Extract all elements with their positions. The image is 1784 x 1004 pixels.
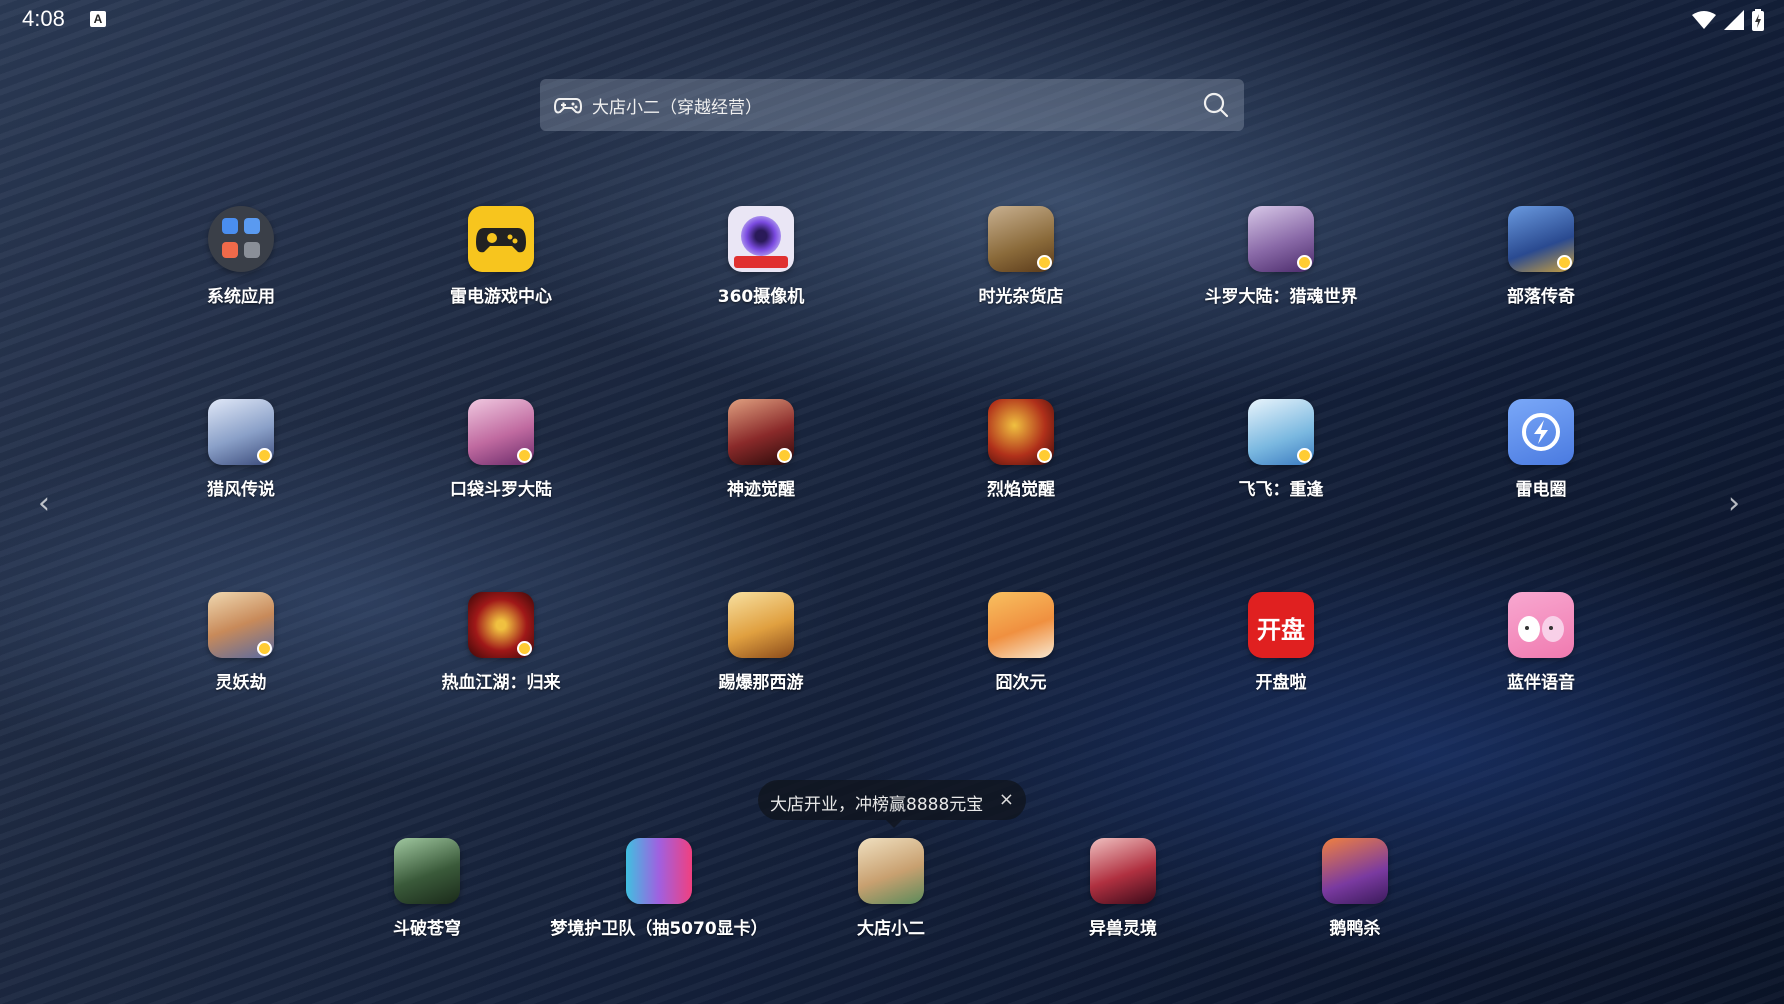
game-icon [208,592,274,658]
camera-icon [728,206,794,272]
toast-text: 大店开业，冲榜赢8888元宝 [770,795,984,815]
app-label: 雷电圈 [1515,480,1567,500]
dock-app-dream-guard[interactable]: 梦境护卫队（抽5070显卡） [544,838,774,939]
game-center-icon [468,206,534,272]
app-label: 踢爆那西游 [718,673,804,693]
app-label: 大店小二 [857,919,925,939]
app-label: 蓝伴语音 [1507,673,1575,693]
close-icon[interactable]: × [999,789,1014,810]
notification-badge: A [90,11,106,27]
game-icon [1248,206,1314,272]
system-icons [1692,8,1764,32]
status-bar: 4:08 A [0,0,1784,40]
app-label: 斗破苍穹 [393,919,461,939]
wifi-icon [1692,11,1716,29]
game-icon [728,399,794,465]
app-pocket-douluo[interactable]: 口袋斗罗大陆 [401,399,601,500]
game-icon [394,838,460,904]
kaipan-icon-text: 开盘 [1257,616,1305,644]
page-right-arrow[interactable]: › [1728,486,1740,521]
app-label: 口袋斗罗大陆 [450,480,552,500]
app-kaipan[interactable]: 开盘 开盘啦 [1181,592,1381,693]
lightning-circle-icon [1508,399,1574,465]
clock: 4:08 [22,6,65,31]
app-shenji[interactable]: 神迹觉醒 [661,399,861,500]
app-leidian-circle[interactable]: 雷电圈 [1441,399,1641,500]
search-bar[interactable]: 大店小二（穿越经营） [540,79,1244,131]
game-icon [988,592,1054,658]
app-label: 雷电游戏中心 [450,287,552,307]
app-label: 360摄像机 [717,287,805,307]
dock-app-doupo[interactable]: 斗破苍穹 [327,838,527,939]
dock-app-dadian[interactable]: 大店小二 [791,838,991,939]
app-label: 神迹觉醒 [727,480,795,500]
app-system-apps[interactable]: 系统应用 [141,206,341,307]
game-icon [858,838,924,904]
search-icon[interactable] [1202,91,1230,119]
app-tribe-legend[interactable]: 部落传奇 [1441,206,1641,307]
game-icon [1322,838,1388,904]
game-icon [468,592,534,658]
app-liefeng[interactable]: 猎风传说 [141,399,341,500]
app-label: 时光杂货店 [978,287,1064,307]
game-icon [1248,399,1314,465]
app-label: 囧次元 [995,673,1047,693]
game-icon [208,399,274,465]
voice-icon [1508,592,1574,658]
app-label: 异兽灵境 [1089,919,1157,939]
app-label: 猎风传说 [207,480,275,500]
app-rexue[interactable]: 热血江湖：归来 [401,592,601,693]
page-left-arrow[interactable]: ‹ [38,486,50,521]
app-lingyao[interactable]: 灵妖劫 [141,592,341,693]
app-label: 烈焰觉醒 [987,480,1055,500]
app-douluo-hunt[interactable]: 斗罗大陆：猎魂世界 [1181,206,1381,307]
signal-icon [1724,10,1744,30]
game-icon [988,399,1054,465]
promo-toast: 大店开业，冲榜赢8888元宝 × [758,780,1026,828]
app-label: 开盘啦 [1255,673,1307,693]
app-lieyan[interactable]: 烈焰觉醒 [921,399,1121,500]
game-icon [626,838,692,904]
app-label: 鹅鸭杀 [1329,919,1381,939]
search-text: 大店小二（穿越经营） [592,98,762,118]
gamepad-icon [554,98,582,114]
app-label: 梦境护卫队（抽5070显卡） [550,919,768,939]
game-icon [1090,838,1156,904]
app-feifei[interactable]: 飞飞：重逢 [1181,399,1381,500]
app-label: 热血江湖：归来 [441,673,561,693]
dock-app-yishou[interactable]: 异兽灵境 [1023,838,1223,939]
app-time-store[interactable]: 时光杂货店 [921,206,1121,307]
game-icon [988,206,1054,272]
app-game-center[interactable]: 雷电游戏中心 [401,206,601,307]
dock-app-goose-duck[interactable]: 鹅鸭杀 [1255,838,1455,939]
app-label: 部落传奇 [1507,287,1575,307]
app-lanban-voice[interactable]: 蓝伴语音 [1441,592,1641,693]
game-icon [468,399,534,465]
app-360-camera[interactable]: 360摄像机 [661,206,861,307]
game-icon [728,592,794,658]
app-label: 飞飞：重逢 [1238,480,1324,500]
app-jiong[interactable]: 囧次元 [921,592,1121,693]
app-label: 系统应用 [207,287,275,307]
app-label: 灵妖劫 [215,673,267,693]
game-icon [1508,206,1574,272]
app-tibao[interactable]: 踢爆那西游 [661,592,861,693]
system-apps-icon [208,206,274,272]
kaipan-icon: 开盘 [1248,592,1314,658]
app-label: 斗罗大陆：猎魂世界 [1204,287,1358,307]
battery-icon [1752,9,1764,31]
